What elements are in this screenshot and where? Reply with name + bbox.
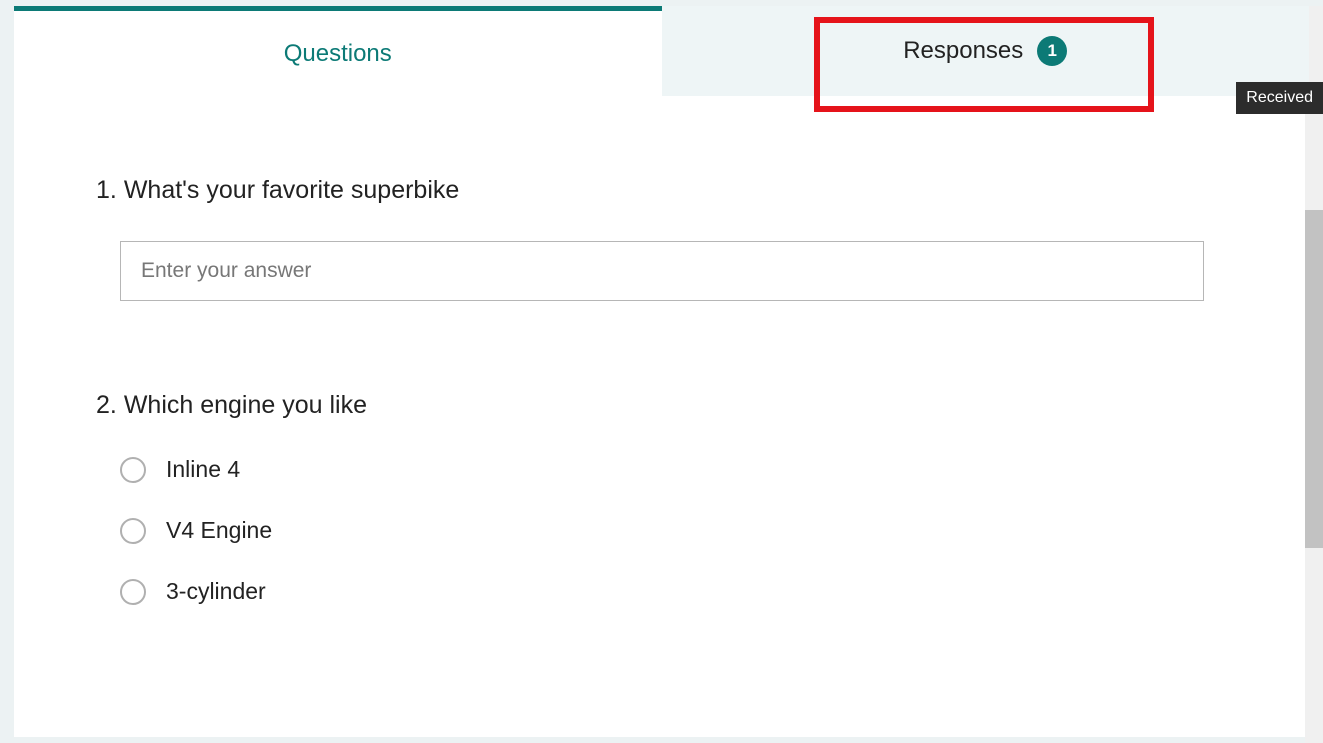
tab-responses[interactable]: Responses 1 — [662, 6, 1310, 96]
option-row-0[interactable]: Inline 4 — [120, 456, 1227, 483]
tab-responses-inner: Responses 1 — [903, 36, 1067, 66]
option-label-1: V4 Engine — [166, 517, 272, 544]
tabs-container: Questions Responses 1 — [14, 6, 1309, 96]
scrollbar-thumb[interactable] — [1305, 210, 1323, 548]
content-panel: 1. What's your favorite superbike 2. Whi… — [14, 96, 1309, 737]
page-wrapper: Questions Responses 1 1. What's your fav… — [0, 0, 1323, 743]
question-block-1: 1. What's your favorite superbike — [96, 176, 1227, 301]
radio-icon[interactable] — [120, 457, 146, 483]
question-dot: . — [110, 176, 124, 204]
answer-input-1[interactable] — [120, 241, 1204, 301]
option-label-2: 3-cylinder — [166, 578, 266, 605]
options-list: Inline 4 V4 Engine 3-cylinder — [120, 456, 1227, 605]
question-title-1: 1. What's your favorite superbike — [96, 176, 1227, 205]
responses-count-value: 1 — [1048, 41, 1057, 61]
received-tooltip: Received — [1236, 82, 1323, 114]
question-number-2: 2 — [96, 391, 110, 419]
question-text-1: What's your favorite superbike — [124, 176, 459, 204]
tab-questions[interactable]: Questions — [14, 6, 662, 96]
question-title-2: 2. Which engine you like — [96, 391, 1227, 420]
received-tooltip-text: Received — [1246, 89, 1313, 106]
responses-count-badge: 1 — [1037, 36, 1067, 66]
question-dot: . — [110, 391, 124, 419]
radio-icon[interactable] — [120, 518, 146, 544]
option-label-0: Inline 4 — [166, 456, 240, 483]
tab-questions-label: Questions — [284, 40, 392, 68]
question-number-1: 1 — [96, 176, 110, 204]
radio-icon[interactable] — [120, 579, 146, 605]
tab-responses-label: Responses — [903, 37, 1023, 65]
option-row-1[interactable]: V4 Engine — [120, 517, 1227, 544]
option-row-2[interactable]: 3-cylinder — [120, 578, 1227, 605]
question-block-2: 2. Which engine you like Inline 4 V4 Eng… — [96, 391, 1227, 605]
question-text-2: Which engine you like — [124, 391, 367, 419]
